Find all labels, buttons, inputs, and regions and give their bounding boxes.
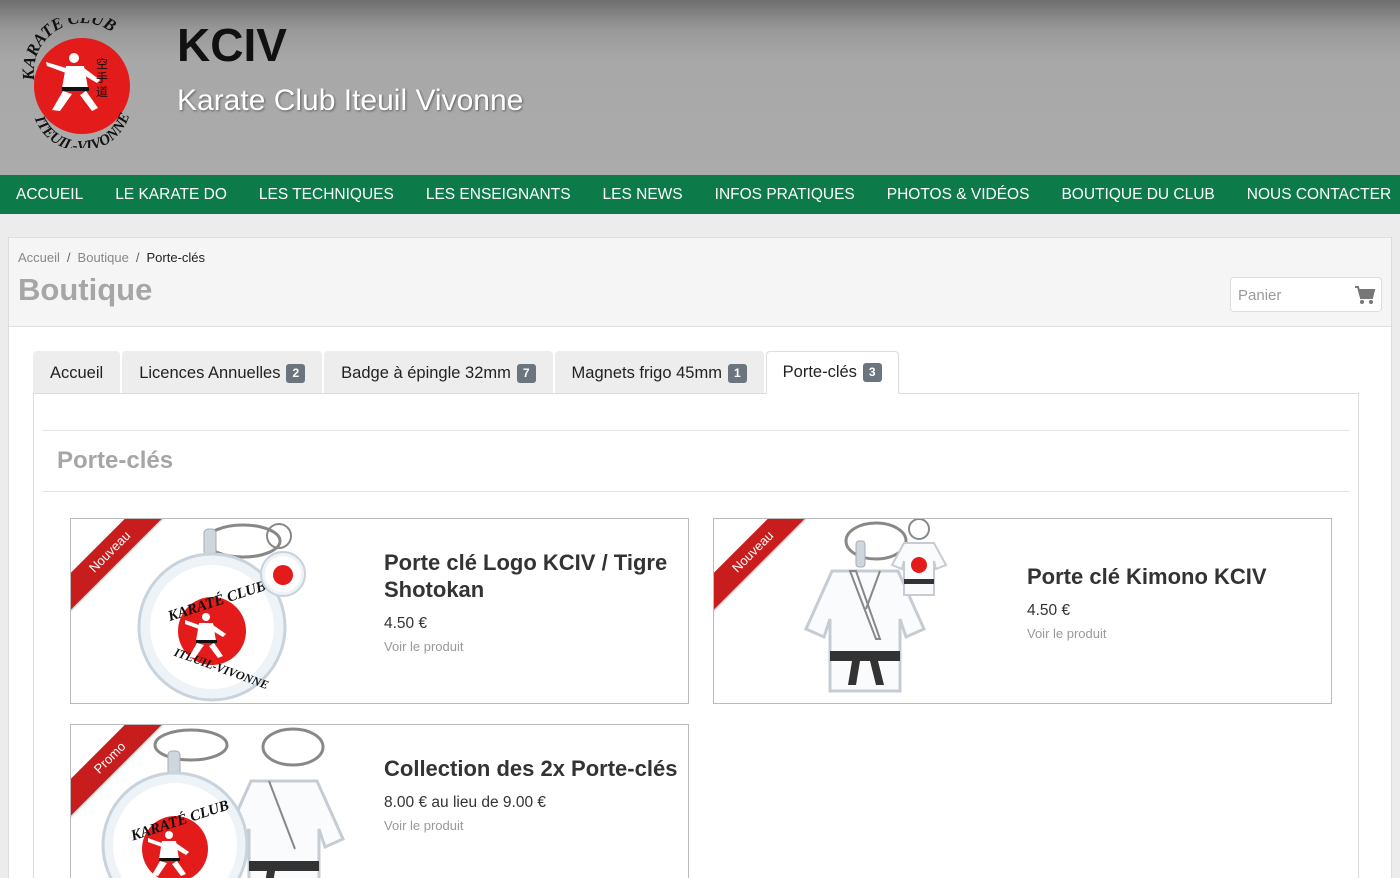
site-slogan: Karate Club Iteuil Vivonne — [177, 84, 524, 117]
nav-item-le-karate-do[interactable]: LE KARATE DO — [99, 175, 243, 214]
category-tabs: Accueil Licences Annuelles 2 Badge à épi… — [33, 351, 901, 394]
breadcrumb-separator: / — [66, 250, 71, 265]
count-badge: 3 — [862, 363, 882, 382]
count-badge: 2 — [286, 363, 306, 383]
category-header: Porte-clés — [42, 430, 1350, 492]
svg-text:空: 空 — [96, 57, 108, 71]
tab-label: Porte-clés — [782, 363, 857, 381]
product-price: 4.50 € — [384, 615, 428, 632]
nav-item-les-techniques[interactable]: LES TECHNIQUES — [243, 175, 410, 214]
tab-accueil[interactable]: Accueil — [33, 351, 121, 394]
product-info: Porte clé Logo KCIV / Tigre Shotokan 4.5… — [384, 549, 684, 654]
tab-licences-annuelles[interactable]: Licences Annuelles 2 — [122, 351, 323, 394]
main-navbar: ACCUEIL LE KARATE DO LES TECHNIQUES LES … — [0, 175, 1400, 214]
cart-label: Panier — [1238, 287, 1282, 304]
category-title: Porte-clés — [57, 447, 174, 474]
view-product-link[interactable]: Voir le produit — [1027, 626, 1327, 641]
cart-icon[interactable] — [1354, 285, 1376, 305]
product-name[interactable]: Porte clé Kimono KCIV — [1027, 563, 1327, 590]
view-product-link[interactable]: Voir le produit — [384, 639, 684, 654]
tab-badge-epingle[interactable]: Badge à épingle 32mm 7 — [324, 351, 553, 394]
product-name[interactable]: Collection des 2x Porte-clés — [384, 755, 684, 782]
tab-content: Porte-clés Nouveau KARATÉ CLUB ITEUIL-VI… — [33, 393, 1359, 878]
page-header: Accueil / Boutique / Porte-clés Boutique Pan… — [9, 238, 1391, 327]
breadcrumb-separator: / — [135, 250, 140, 265]
breadcrumb-link-boutique[interactable]: Boutique — [78, 250, 129, 265]
count-badge: 1 — [727, 363, 747, 383]
breadcrumb-current: Porte-clés — [146, 250, 206, 265]
nav-item-photos-videos[interactable]: PHOTOS & VIDÉOS — [871, 175, 1046, 214]
club-logo[interactable]: KARATÉ CLUB ITEUIL-VIVONNE 空 手 道 — [19, 8, 142, 155]
tab-porte-cles[interactable]: Porte-clés 3 — [765, 351, 899, 394]
svg-text:道: 道 — [96, 85, 108, 99]
tab-label: Badge à épingle 32mm — [341, 363, 511, 382]
nav-item-infos-pratiques[interactable]: INFOS PRATIQUES — [699, 175, 871, 214]
product-name[interactable]: Porte clé Logo KCIV / Tigre Shotokan — [384, 549, 684, 603]
product-card[interactable]: Nouveau KARATÉ CLUB ITEUIL-VIVONNE Porte… — [70, 518, 689, 704]
product-info: Collection des 2x Porte-clés 8.00 € au l… — [384, 755, 684, 833]
product-card[interactable]: Nouveau Porte clé Kimono KCIV 4.50 € Voi… — [713, 518, 1332, 704]
site-header: KARATÉ CLUB ITEUIL-VIVONNE 空 手 道 KCIV Ka… — [0, 0, 1400, 175]
tab-label: Accueil — [50, 363, 104, 382]
breadcrumb-link-accueil[interactable]: Accueil — [18, 250, 60, 265]
nav-item-les-enseignants[interactable]: LES ENSEIGNANTS — [410, 175, 587, 214]
count-badge: 7 — [516, 363, 536, 383]
site-name[interactable]: KCIV — [177, 18, 287, 72]
product-price: 4.50 € — [1027, 602, 1071, 619]
tab-magnets-frigo[interactable]: Magnets frigo 45mm 1 — [554, 351, 764, 394]
svg-text:手: 手 — [96, 71, 108, 85]
page-title: Boutique — [18, 272, 153, 307]
tab-label: Magnets frigo 45mm — [571, 363, 722, 382]
nav-item-les-news[interactable]: LES NEWS — [587, 175, 699, 214]
product-price: 8.00 € au lieu de 9.00 € — [384, 794, 547, 811]
nav-item-nous-contacter[interactable]: NOUS CONTACTER — [1231, 175, 1400, 214]
nav-item-boutique-du-club[interactable]: BOUTIQUE DU CLUB — [1045, 175, 1230, 214]
view-product-link[interactable]: Voir le produit — [384, 818, 684, 833]
tab-label: Licences Annuelles — [139, 363, 281, 382]
shop-panel: Accueil / Boutique / Porte-clés Boutique Pan… — [8, 237, 1392, 878]
breadcrumb: Accueil / Boutique / Porte-clés — [18, 250, 205, 265]
nav-item-accueil[interactable]: ACCUEIL — [0, 175, 99, 214]
product-info: Porte clé Kimono KCIV 4.50 € Voir le pro… — [1027, 563, 1327, 641]
cart-button[interactable]: Panier — [1230, 277, 1382, 312]
product-card[interactable]: Promo KARATÉ CLUB Collection des 2x Port… — [70, 724, 689, 878]
